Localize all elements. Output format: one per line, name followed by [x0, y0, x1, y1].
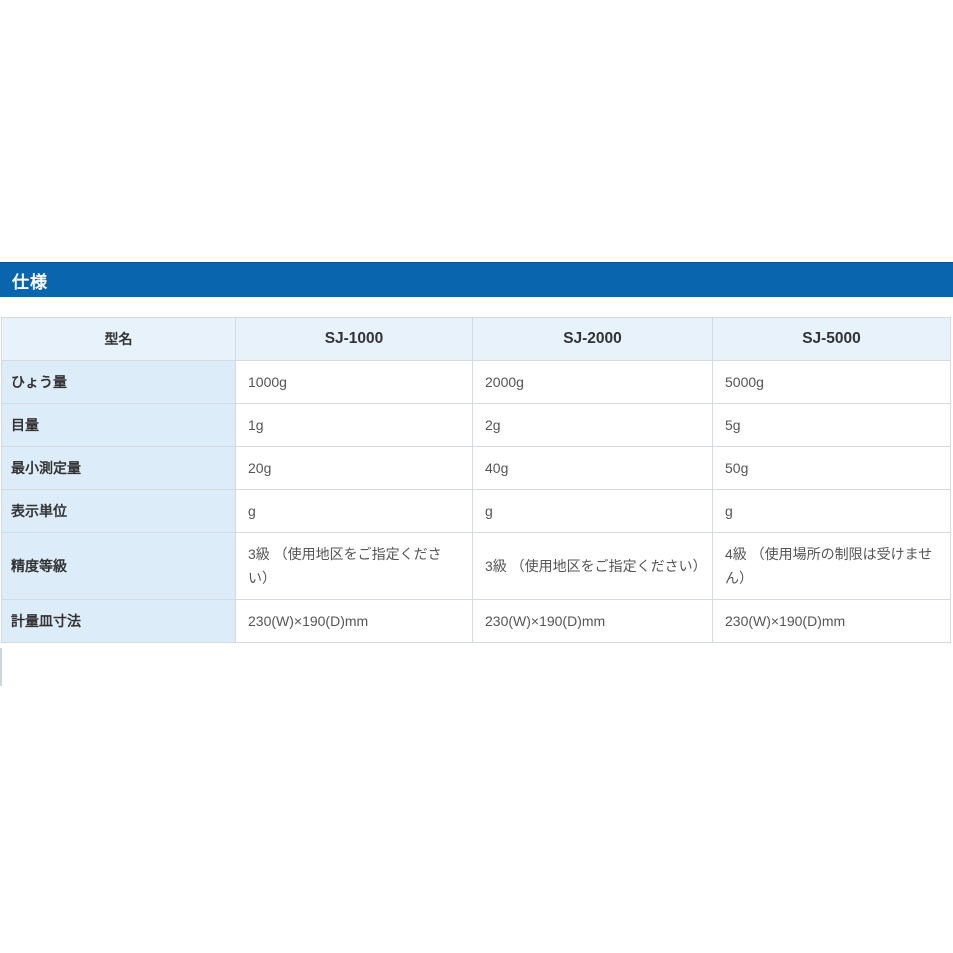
spec-row-capacity: ひょう量 1000g 2000g 5000g	[2, 361, 951, 404]
spec-value: 3級 （使用地区をご指定ください）	[473, 533, 713, 600]
row-label: 精度等級	[2, 533, 236, 600]
spec-value: 1g	[236, 404, 473, 447]
spec-value: 20g	[236, 447, 473, 490]
spec-value: 5000g	[713, 361, 951, 404]
section-title: 仕様	[0, 268, 48, 293]
spec-value: g	[236, 490, 473, 533]
spec-value: 2g	[473, 404, 713, 447]
spec-table: 型名 SJ-1000 SJ-2000 SJ-5000 ひょう量 1000g 20…	[1, 317, 951, 643]
section-title-bar: 仕様	[0, 262, 953, 297]
row-label: 計量皿寸法	[2, 600, 236, 643]
page-root: 仕様 型名 SJ-1000 SJ-2000 SJ-5000 ひょう量 1000g…	[0, 0, 953, 953]
spec-value: 230(W)×190(D)mm	[713, 600, 951, 643]
header-row: 型名 SJ-1000 SJ-2000 SJ-5000	[2, 318, 951, 361]
spec-table-header: 型名 SJ-1000 SJ-2000 SJ-5000	[2, 318, 951, 361]
next-section-edge-stub	[0, 648, 4, 686]
row-label: 目量	[2, 404, 236, 447]
spec-value: 50g	[713, 447, 951, 490]
column-header-model-name: 型名	[2, 318, 236, 361]
column-header-sj1000: SJ-1000	[236, 318, 473, 361]
row-label: 最小測定量	[2, 447, 236, 490]
spec-row-pan-size: 計量皿寸法 230(W)×190(D)mm 230(W)×190(D)mm 23…	[2, 600, 951, 643]
spec-value: 3級 （使用地区をご指定ください）	[236, 533, 473, 600]
row-label: 表示単位	[2, 490, 236, 533]
spec-value: 4級 （使用場所の制限は受けません）	[713, 533, 951, 600]
column-header-sj5000: SJ-5000	[713, 318, 951, 361]
spec-value: 5g	[713, 404, 951, 447]
spec-value: 2000g	[473, 361, 713, 404]
spec-value: 230(W)×190(D)mm	[473, 600, 713, 643]
row-label: ひょう量	[2, 361, 236, 404]
spec-value: 1000g	[236, 361, 473, 404]
spec-value: g	[473, 490, 713, 533]
spec-row-display-unit: 表示単位 g g g	[2, 490, 951, 533]
spec-value: 230(W)×190(D)mm	[236, 600, 473, 643]
spec-value: 40g	[473, 447, 713, 490]
spec-value: g	[713, 490, 951, 533]
column-header-sj2000: SJ-2000	[473, 318, 713, 361]
spec-row-scale-interval: 目量 1g 2g 5g	[2, 404, 951, 447]
spec-row-accuracy-class: 精度等級 3級 （使用地区をご指定ください） 3級 （使用地区をご指定ください）…	[2, 533, 951, 600]
spec-row-min-measurement: 最小測定量 20g 40g 50g	[2, 447, 951, 490]
